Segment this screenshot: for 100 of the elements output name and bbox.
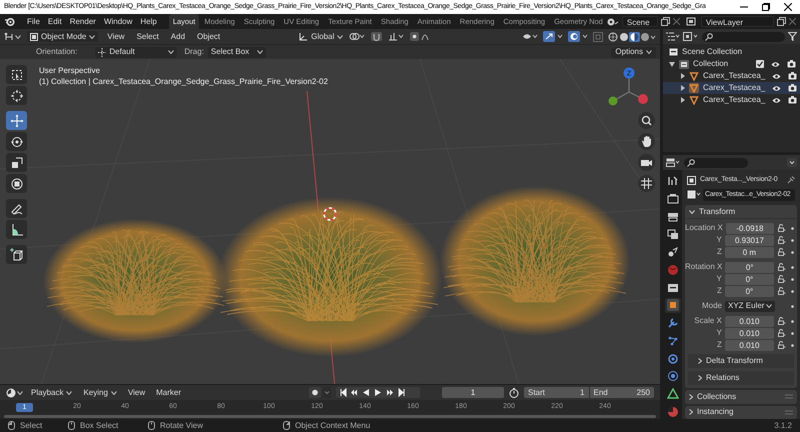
outliner-item[interactable]: Carex_Testacea_ [703, 70, 766, 82]
end-frame-field[interactable]: End 250 [590, 386, 654, 398]
pin-icon [787, 176, 795, 184]
outliner-row[interactable]: Carex_Testacea_ [663, 94, 800, 106]
visibility-icon [522, 32, 538, 41]
object-icon [666, 299, 678, 312]
menu-item[interactable]: Marker [153, 386, 184, 398]
search-field[interactable] [702, 32, 785, 42]
mode-dropdown[interactable]: XYZ Euler [724, 300, 775, 312]
tool-button[interactable] [6, 174, 27, 193]
outliner-item[interactable]: Collection [693, 58, 752, 70]
viewport-control[interactable] [638, 112, 655, 129]
object-icon [687, 176, 696, 185]
modifier-icon [666, 317, 678, 330]
cursor-icon [10, 88, 24, 102]
mouse-icon [283, 421, 290, 430]
tool-button[interactable] [6, 153, 27, 172]
pivot-icon [349, 32, 366, 41]
menu-item[interactable]: Playback [28, 386, 76, 398]
axes-icon [299, 32, 308, 41]
viewport-control[interactable] [638, 133, 655, 150]
number-field[interactable]: 0.010 [724, 328, 774, 339]
caret-icon [66, 390, 72, 394]
field-label: Z [716, 285, 723, 298]
menu-item[interactable]: Keying [80, 386, 120, 398]
caret-icon [15, 34, 21, 38]
search-field[interactable] [684, 158, 748, 168]
playback-controls[interactable] [336, 387, 420, 398]
outliner-row[interactable]: Carex_Testacea_ [663, 82, 800, 94]
number-field[interactable]: -0.0918 [726, 222, 774, 234]
properties-tab[interactable] [664, 298, 680, 313]
properties-tab[interactable] [664, 227, 680, 242]
number-field[interactable]: 0° [724, 286, 774, 297]
outliner-item[interactable]: Carex_Testacea_ [703, 82, 766, 94]
lock-icon [778, 263, 786, 272]
tool-button[interactable] [6, 65, 27, 84]
display-mode-icon [683, 32, 699, 41]
viewport-control[interactable] [638, 175, 655, 192]
transform-icon [10, 176, 24, 190]
menu-item[interactable]: Object [194, 30, 224, 42]
scrollbar[interactable] [4, 415, 656, 418]
current-frame-field[interactable]: 1 [442, 387, 504, 398]
field-label: Y [716, 327, 723, 340]
viewport-control[interactable] [638, 154, 655, 171]
move-icon [10, 114, 24, 128]
eye-icon [772, 84, 782, 92]
expanded-caret-icon [689, 210, 695, 214]
scene-field[interactable]: Scene [622, 16, 658, 27]
field-label: Rotation X [685, 261, 724, 274]
number-field[interactable]: 0 m [724, 246, 774, 258]
status-hint: Box Select [80, 420, 118, 432]
menu-item[interactable]: Window [100, 14, 136, 28]
panel-header[interactable]: Transform [699, 206, 736, 218]
close-icon [672, 18, 680, 25]
number-field[interactable]: 0.010 [724, 340, 774, 351]
menu-item[interactable]: Select [134, 30, 162, 42]
view-layer-icon [686, 17, 698, 26]
drag-label: Drag: [184, 46, 204, 58]
keyframe-dot-icon [791, 238, 794, 242]
object-mode-dropdown[interactable]: Object Mode [27, 31, 98, 42]
tool-button[interactable] [6, 199, 27, 218]
view-layer-icon [666, 228, 678, 241]
orientation-dropdown[interactable]: Global [299, 30, 344, 42]
properties-tab[interactable] [664, 192, 680, 206]
orientation-dropdown[interactable]: Default [95, 46, 178, 58]
menu-item[interactable]: View [104, 30, 128, 42]
start-frame-field[interactable]: Start 1 [524, 386, 590, 398]
number-field[interactable]: 0° [725, 262, 774, 273]
view-layer-field[interactable]: ViewLayer [700, 16, 774, 27]
menu-item[interactable]: Render [66, 14, 100, 28]
outliner-row[interactable]: Carex_Testacea_ [663, 70, 800, 82]
search-icon [687, 158, 695, 166]
properties-tab[interactable] [664, 386, 680, 402]
options-dropdown[interactable]: Options [611, 46, 656, 58]
field-label: Z [716, 246, 723, 258]
mesh-object-icon [689, 95, 699, 105]
outliner-item[interactable]: Scene Collection [682, 46, 742, 58]
physics-icon [666, 352, 678, 365]
keyframe-dot-icon [791, 344, 794, 347]
number-field[interactable]: 0.93017 [724, 234, 774, 246]
menu-item[interactable]: View [124, 386, 148, 398]
caret-icon [646, 50, 652, 54]
tool-button[interactable] [6, 86, 27, 105]
menu-item[interactable]: Help [136, 14, 161, 28]
tool-button[interactable] [6, 245, 27, 264]
tool-button[interactable] [6, 111, 27, 130]
menu-item[interactable]: Edit [44, 14, 66, 28]
field-label: Z [716, 339, 723, 352]
collection-box-icon [669, 48, 678, 56]
menu-item[interactable]: File [23, 14, 44, 28]
tool-button[interactable] [6, 132, 27, 151]
menu-item[interactable]: Add [168, 30, 188, 42]
number-field[interactable]: 0° [724, 274, 774, 285]
number-field[interactable]: 0.010 [724, 316, 774, 327]
outliner-item[interactable]: Carex_Testacea_ [703, 94, 766, 106]
tool-button[interactable] [6, 220, 27, 239]
collapsed-caret-icon [689, 409, 693, 416]
pivot-icon [98, 48, 106, 56]
rotate-icon [10, 134, 24, 148]
drag-dropdown[interactable]: Select Box [208, 46, 266, 58]
